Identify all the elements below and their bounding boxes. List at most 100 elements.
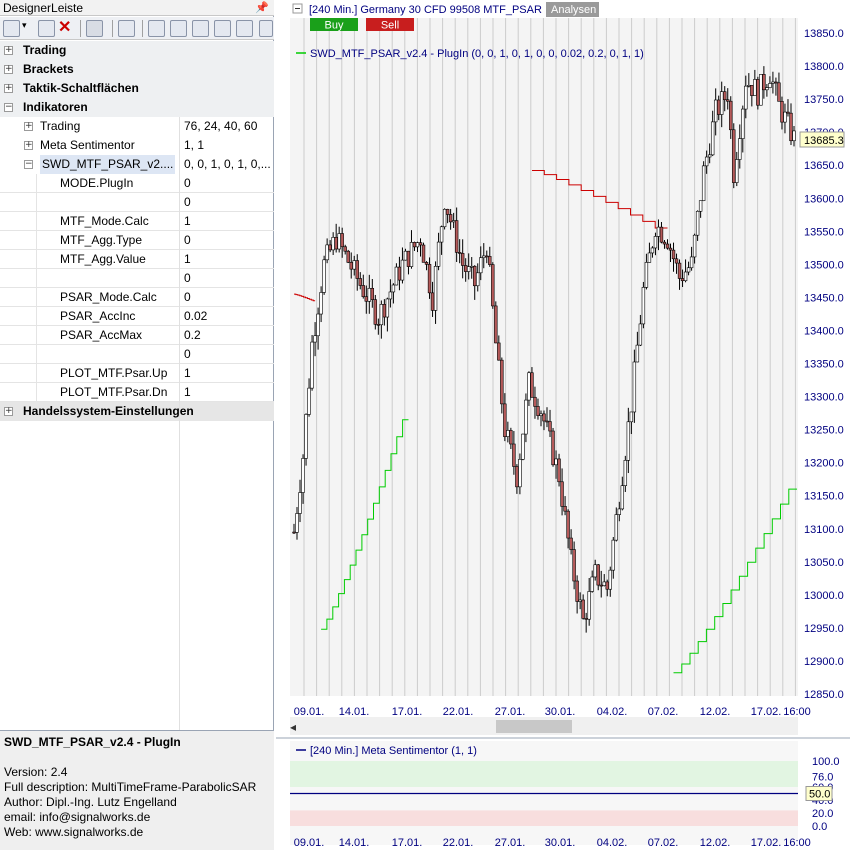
pin-icon[interactable]: 📌	[255, 0, 269, 16]
tree-row[interactable]: + Meta Sentimentor 1, 1	[0, 136, 274, 155]
tree-label: Taktik-Schaltflächen	[23, 81, 139, 95]
description-title: SWD_MTF_PSAR_v2.4 - PlugIn	[4, 735, 181, 749]
tree-value[interactable]: 0.2	[184, 326, 274, 344]
tree-value[interactable]: 0	[184, 174, 274, 192]
tree-row[interactable]: + Brackets	[0, 60, 274, 79]
tree-label: PSAR_AccInc	[60, 309, 136, 323]
expand-icon[interactable]: +	[4, 65, 13, 74]
tree-row[interactable]: 0	[0, 193, 274, 212]
tree-label: Handelssystem-Einstellungen	[23, 404, 194, 418]
candle-body	[780, 101, 784, 123]
tree-value[interactable]: 0	[184, 231, 274, 249]
candle-body	[756, 79, 760, 106]
tree-value[interactable]: 1	[184, 364, 274, 382]
tree-row[interactable]: 0	[0, 269, 274, 288]
candle-body	[436, 241, 441, 267]
tree-row[interactable]: + Handelssystem-Einstellungen	[0, 402, 274, 421]
tree-row[interactable]: + Trading 76, 24, 40, 60	[0, 117, 274, 136]
x-tick-label: 09.01.	[294, 706, 325, 718]
more-icon[interactable]	[259, 20, 273, 37]
candle-body	[364, 296, 368, 302]
tree-row[interactable]: 0	[0, 345, 274, 364]
expand-icon[interactable]: +	[4, 407, 13, 416]
collapse-icon[interactable]: −	[24, 160, 33, 169]
dropdown-arrow-icon[interactable]: ▾	[22, 20, 32, 37]
tree-value[interactable]: 1	[184, 250, 274, 268]
print-icon[interactable]	[148, 20, 165, 37]
expand-icon[interactable]: +	[24, 141, 33, 150]
scroll-left-icon[interactable]: ◂	[290, 720, 296, 734]
save-icon[interactable]	[86, 20, 103, 37]
table-icon[interactable]	[236, 20, 253, 37]
candle-body	[650, 247, 655, 254]
candle-body	[686, 267, 691, 273]
candle-body	[367, 288, 372, 302]
tree-row[interactable]: PSAR_Mode.Calc 0	[0, 288, 274, 307]
x-tick-label: 16:00	[783, 837, 811, 849]
dollar-icon[interactable]	[192, 20, 209, 37]
tree-row[interactable]: PSAR_AccInc 0.02	[0, 307, 274, 326]
tree-value[interactable]: 1, 1	[184, 136, 274, 155]
candle-body	[569, 537, 573, 550]
list-icon[interactable]	[38, 20, 55, 37]
tree-value[interactable]: 76, 24, 40, 60	[184, 117, 274, 136]
candle-body	[542, 413, 546, 422]
candle-body	[421, 244, 426, 263]
add-indicator-icon[interactable]	[3, 20, 20, 37]
candle-body	[602, 581, 606, 586]
candle-body	[304, 414, 308, 459]
tree-label: SWD_MTF_PSAR_v2....	[40, 155, 176, 174]
tree-row[interactable]: MTF_Agg.Value 1	[0, 250, 274, 269]
tree-row[interactable]: PLOT_MTF.Psar.Dn 1	[0, 383, 274, 402]
tree-label: MTF_Agg.Type	[60, 233, 143, 247]
expand-icon[interactable]: +	[4, 46, 13, 55]
tree-row[interactable]: − Indikatoren	[0, 98, 274, 117]
tree-label: MODE.PlugIn	[60, 176, 134, 190]
scrollbar-thumb[interactable]	[496, 720, 572, 733]
collapse-icon[interactable]: −	[4, 103, 13, 112]
tree-value[interactable]: 1	[184, 212, 274, 230]
tree-value[interactable]: 0	[184, 269, 274, 287]
candle-body	[783, 111, 787, 123]
candle-body	[430, 292, 435, 311]
line-chart-icon[interactable]	[118, 20, 135, 37]
tree-row[interactable]: PLOT_MTF.Psar.Up 1	[0, 364, 274, 383]
y-tick-label: 13200.0	[804, 458, 844, 470]
candle-body	[433, 265, 438, 311]
tree-row[interactable]: − SWD_MTF_PSAR_v2.... 0, 0, 1, 0, 1, 0,...	[0, 155, 274, 174]
candle-body	[786, 111, 790, 114]
candle-body	[680, 278, 685, 282]
candle-body	[292, 531, 296, 534]
candle-body	[656, 226, 661, 237]
tree-row[interactable]: + Trading	[0, 41, 274, 60]
x-tick-label: 04.02.	[597, 837, 628, 849]
tree-value[interactable]: 0	[184, 193, 274, 211]
expand-icon[interactable]: +	[24, 122, 33, 131]
tree-row[interactable]: PSAR_AccMax 0.2	[0, 326, 274, 345]
price-chart[interactable]: [240 Min.] Germany 30 CFD 99508 MTF_PSAR…	[276, 0, 850, 850]
candle-body	[677, 262, 682, 279]
tree-value[interactable]: 0.02	[184, 307, 274, 325]
tree-row[interactable]: MTF_Mode.Calc 1	[0, 212, 274, 231]
tree-row[interactable]: MTF_Agg.Type 0	[0, 231, 274, 250]
description-email: email: info@signalworks.de	[4, 810, 151, 824]
tree-value[interactable]: 0	[184, 345, 274, 363]
tree-value[interactable]: 0	[184, 288, 274, 306]
tree-value[interactable]: 1	[184, 383, 274, 401]
grid-icon[interactable]	[214, 20, 231, 37]
tree-value[interactable]: 0, 0, 1, 0, 1, 0,...	[184, 155, 274, 174]
candle-body	[593, 564, 597, 578]
tree-label: MTF_Agg.Value	[60, 252, 146, 266]
candle-body	[400, 259, 405, 281]
indicator-legend: SWD_MTF_PSAR_v2.4 - PlugIn (0, 0, 1, 0, …	[310, 48, 644, 60]
candle-body	[506, 430, 510, 437]
candle-body	[376, 324, 381, 326]
expand-icon[interactable]: +	[4, 84, 13, 93]
tree-row[interactable]: + Taktik-Schaltflächen	[0, 79, 274, 98]
candle-body	[473, 265, 477, 287]
delete-icon[interactable]: ✕	[58, 20, 75, 37]
candle-body	[614, 514, 618, 541]
signal-icon[interactable]	[170, 20, 187, 37]
tree-row[interactable]: MODE.PlugIn 0	[0, 174, 274, 193]
candle-body	[370, 288, 375, 300]
